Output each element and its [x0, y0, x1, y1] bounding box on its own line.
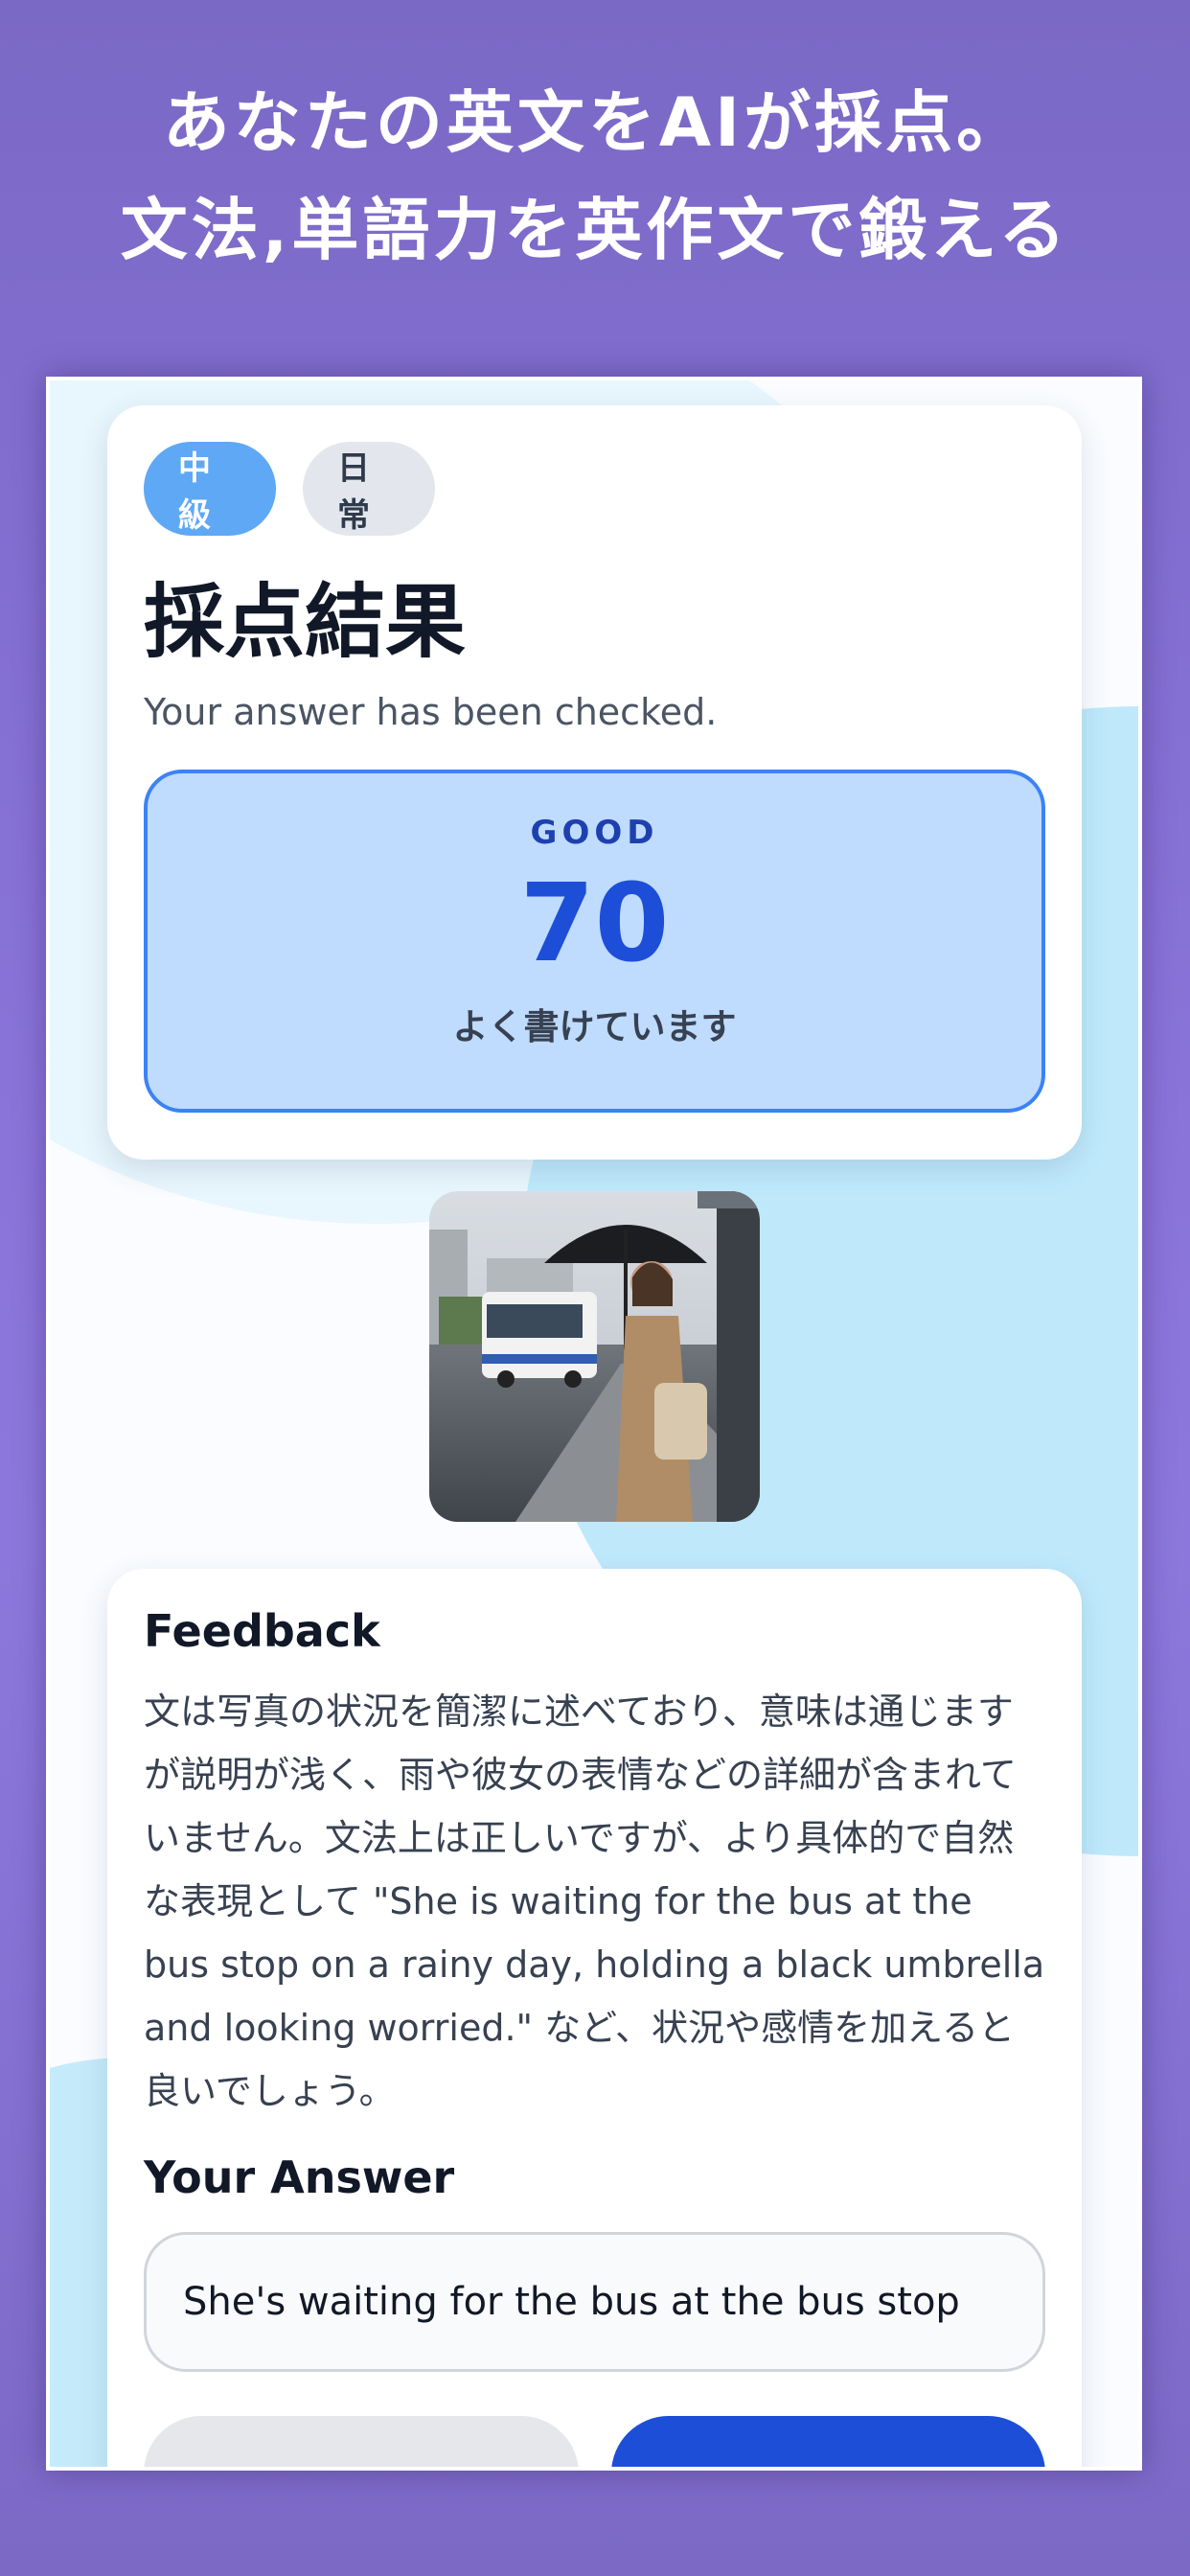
promo-line-1: あなたの英文をAIが採点。 [162, 83, 1028, 162]
result-card: 中級 日常 採点結果 Your answer has been checked.… [107, 405, 1082, 1160]
rainy-bus-stop-image [429, 1191, 760, 1522]
promo-line-2: 文法,単語力を英作文で鍛える [120, 191, 1070, 269]
feedback-text: 文は写真の状況を簡潔に述べており、意味は通じますが説明が浅く、雨や彼女の表情など… [144, 1690, 1045, 2112]
promo-headline: あなたの英文をAIが採点。 文法,単語力を英作文で鍛える [0, 69, 1190, 284]
grade-label: GOOD [530, 814, 659, 852]
score-comment: よく書けています [452, 1006, 737, 1047]
primary-button[interactable] [610, 2416, 1045, 2467]
answer-heading: Your Answer [144, 2151, 455, 2203]
score-value: 70 [519, 862, 670, 986]
phone-screen: 中級 日常 採点結果 Your answer has been checked.… [46, 377, 1142, 2471]
page-subtitle: Your answer has been checked. [144, 691, 718, 733]
feedback-card: Feedback 文は写真の状況を簡潔に述べており、意味は通じますが説明が浅く、… [107, 1569, 1082, 2467]
page-title: 採点結果 [144, 575, 467, 669]
answer-field[interactable]: She's waiting for the bus at the bus sto… [144, 2232, 1045, 2372]
topic-tag[interactable]: 日常 [303, 442, 435, 536]
tag-list: 中級 日常 [144, 442, 1045, 536]
secondary-button[interactable] [144, 2416, 579, 2467]
action-buttons [144, 2416, 1045, 2467]
level-tag[interactable]: 中級 [144, 442, 276, 536]
question-photo[interactable] [429, 1191, 760, 1522]
feedback-heading: Feedback [144, 1605, 380, 1657]
score-panel: GOOD 70 よく書けています [144, 770, 1045, 1113]
